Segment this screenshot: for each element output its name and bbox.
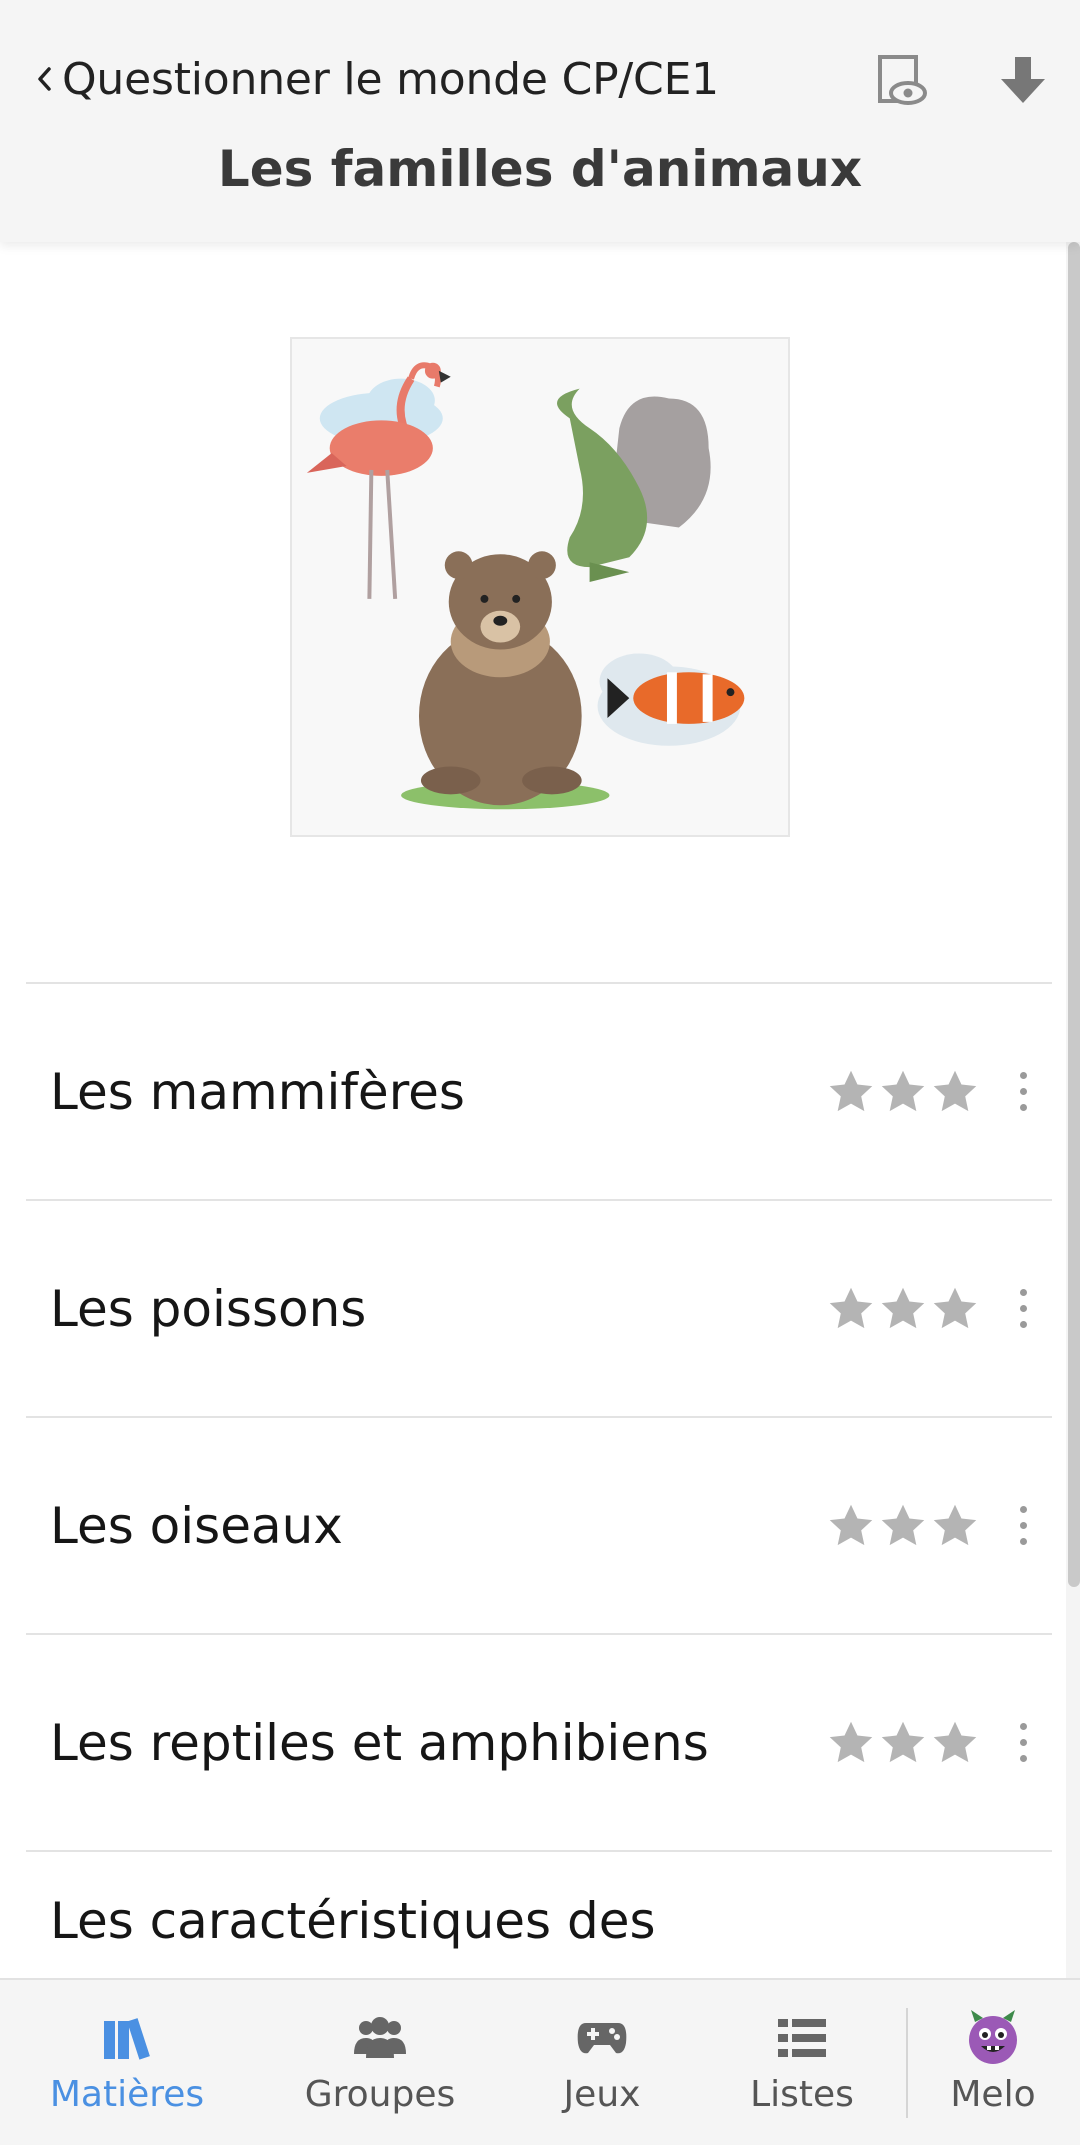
tab-jeux[interactable]: Jeux (540, 1980, 664, 2145)
star-icon (829, 1287, 873, 1328)
tab-label: Listes (750, 2074, 854, 2115)
more-options-icon[interactable] (1008, 1279, 1038, 1339)
page-title: Les familles d'animaux (217, 140, 863, 198)
star-icon (881, 1070, 925, 1111)
list-item[interactable]: Les poissons (26, 1199, 1052, 1416)
preview-button[interactable] (868, 46, 938, 116)
list-item[interactable]: Les caractéristiques des (26, 1850, 1052, 1978)
tab-label: Jeux (563, 2074, 641, 2115)
list-icon (772, 2010, 832, 2066)
preview-eye-icon (878, 55, 927, 105)
star-rating (826, 1284, 980, 1334)
star-rating (826, 1501, 980, 1551)
star-icon (933, 1287, 977, 1328)
tab-listes[interactable]: Listes (740, 1980, 864, 2145)
books-icon (97, 2010, 157, 2066)
content-scroll-area[interactable]: Les mammifères Les poissons Les oiseaux (0, 242, 1080, 1978)
tab-label: Matières (49, 2074, 205, 2115)
star-icon (829, 1721, 873, 1762)
star-icon (829, 1070, 873, 1111)
scrollbar-thumb[interactable] (1068, 242, 1080, 1587)
more-options-icon[interactable] (1008, 1062, 1038, 1122)
list-item-label: Les oiseaux (50, 1496, 343, 1555)
star-icon (881, 1721, 925, 1762)
star-rating (826, 1067, 980, 1117)
nav-divider (906, 2008, 908, 2118)
star-icon (933, 1070, 977, 1111)
list-item-label: Les reptiles et amphibiens (50, 1713, 709, 1772)
list-item[interactable]: Les reptiles et amphibiens (26, 1633, 1052, 1850)
list-item-label: Les poissons (50, 1279, 367, 1338)
tab-matieres[interactable]: Matières (46, 1980, 208, 2145)
animals-illustration (306, 362, 745, 810)
list-item-label: Les caractéristiques des (50, 1892, 656, 1950)
more-options-icon[interactable] (1008, 1496, 1038, 1556)
back-button[interactable]: Questionner le monde CP/CE1 (28, 48, 719, 110)
star-icon (829, 1504, 873, 1545)
people-icon (350, 2010, 410, 2066)
monster-avatar-icon (963, 2010, 1023, 2066)
download-icon (1001, 57, 1045, 103)
chapter-list: Les mammifères Les poissons Les oiseaux (26, 982, 1052, 1978)
scrollbar[interactable] (1066, 242, 1080, 1978)
list-item-label: Les mammifères (50, 1062, 465, 1121)
cover-image (290, 337, 790, 837)
star-icon (881, 1287, 925, 1328)
tab-label: Groupes (304, 2074, 456, 2115)
bottom-navigation: Matières Groupes Jeux Listes Melo (0, 1978, 1080, 2145)
gamepad-icon (572, 2010, 632, 2066)
star-rating (826, 1718, 980, 1768)
list-item[interactable]: Les oiseaux (26, 1416, 1052, 1633)
list-item[interactable]: Les mammifères (26, 982, 1052, 1199)
chevron-left-icon (28, 59, 62, 99)
tab-melo[interactable]: Melo (930, 1980, 1056, 2145)
tab-groupes[interactable]: Groupes (300, 1980, 460, 2145)
star-icon (933, 1504, 977, 1545)
tab-label: Melo (950, 2074, 1036, 2115)
star-icon (933, 1721, 977, 1762)
app-header: Questionner le monde CP/CE1 Les familles… (0, 0, 1080, 242)
star-icon (881, 1504, 925, 1545)
more-options-icon[interactable] (1008, 1713, 1038, 1773)
download-button[interactable] (988, 46, 1058, 116)
back-label: Questionner le monde CP/CE1 (62, 53, 719, 105)
